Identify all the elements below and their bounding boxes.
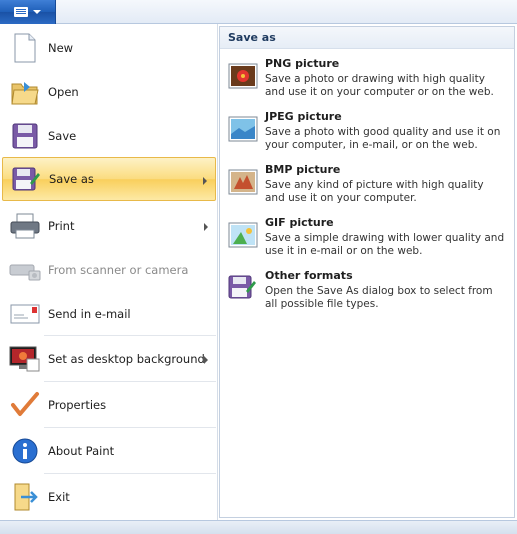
submenu-arrow-icon <box>204 356 208 364</box>
paint-menu-icon <box>14 7 28 17</box>
new-document-icon <box>8 31 42 65</box>
save-as-jpeg[interactable]: JPEG picture Save a photo with good qual… <box>226 110 510 160</box>
jpeg-picture-icon <box>228 114 258 144</box>
menu-item-send-in-email[interactable]: Send in e-mail <box>2 292 216 336</box>
format-title: JPEG picture <box>265 110 342 123</box>
submenu-arrow-icon <box>204 223 208 231</box>
other-formats-icon <box>228 273 258 303</box>
email-icon <box>8 297 42 331</box>
menu-item-label: Properties <box>48 398 107 412</box>
format-description: Save any kind of picture with high quali… <box>265 179 484 204</box>
exit-icon <box>8 480 42 514</box>
menu-item-properties[interactable]: Properties <box>2 383 216 427</box>
menu-item-open[interactable]: Open <box>2 70 216 114</box>
menu-item-label: Save as <box>49 172 94 186</box>
menu-separator <box>44 473 216 474</box>
menu-item-label: About Paint <box>48 444 115 458</box>
menu-item-new[interactable]: New <box>2 26 216 70</box>
menu-item-about-paint[interactable]: About Paint <box>2 429 216 473</box>
format-description: Save a photo with good quality and use i… <box>265 126 501 151</box>
paint-menu-button[interactable] <box>0 0 56 24</box>
bottom-strip <box>0 520 517 534</box>
gif-picture-icon <box>228 220 258 250</box>
menu-item-label: Save <box>48 129 77 143</box>
ribbon-top-strip <box>0 0 517 24</box>
menu-item-label: Exit <box>48 490 70 504</box>
save-as-submenu: Save as PNG picture Save a photo or draw… <box>219 26 515 518</box>
open-folder-icon <box>8 75 42 109</box>
menu-item-print[interactable]: Print <box>2 204 216 248</box>
menu-item-label: Open <box>48 85 79 99</box>
menu-item-save[interactable]: Save <box>2 114 216 158</box>
menu-item-set-as-desktop-background[interactable]: Set as desktop background <box>2 337 216 381</box>
format-title: GIF picture <box>265 216 334 229</box>
application-menu: New Open Save Save as Print From scanner… <box>0 24 517 520</box>
chevron-down-icon <box>33 10 41 14</box>
save-as-png[interactable]: PNG picture Save a photo or drawing with… <box>226 57 510 107</box>
menu-item-label: Print <box>48 219 75 233</box>
bmp-picture-icon <box>228 167 258 197</box>
format-description: Save a simple drawing with lower quality… <box>265 232 505 257</box>
submenu-title: Save as <box>220 27 514 49</box>
menu-item-label: New <box>48 41 74 55</box>
png-picture-icon <box>228 61 258 91</box>
submenu-arrow-icon <box>203 177 207 185</box>
menu-item-from-scanner-or-camera: From scanner or camera <box>2 248 216 292</box>
save-as-gif[interactable]: GIF picture Save a simple drawing with l… <box>226 216 510 266</box>
menu-separator <box>44 335 216 336</box>
format-description: Save a photo or drawing with high qualit… <box>265 73 494 98</box>
menu-item-exit[interactable]: Exit <box>2 475 216 519</box>
menu-separator <box>44 381 216 382</box>
desktop-background-icon <box>8 342 42 376</box>
format-description: Open the Save As dialog box to select fr… <box>265 285 493 310</box>
menu-separator <box>44 427 216 428</box>
info-icon <box>8 434 42 468</box>
menu-item-label: Send in e-mail <box>48 307 131 321</box>
save-as-other-formats[interactable]: Other formats Open the Save As dialog bo… <box>226 269 510 319</box>
scanner-camera-icon <box>8 253 42 287</box>
save-floppy-icon <box>8 119 42 153</box>
printer-icon <box>8 209 42 243</box>
menu-commands: New Open Save Save as Print From scanner… <box>0 24 218 520</box>
format-title: BMP picture <box>265 163 341 176</box>
menu-item-save-as[interactable]: Save as <box>2 157 216 201</box>
menu-item-label: Set as desktop background <box>48 352 205 366</box>
format-title: Other formats <box>265 269 353 282</box>
properties-checkmark-icon <box>8 388 42 422</box>
save-as-icon <box>9 162 43 196</box>
menu-item-label: From scanner or camera <box>48 263 189 277</box>
format-title: PNG picture <box>265 57 340 70</box>
save-as-bmp[interactable]: BMP picture Save any kind of picture wit… <box>226 163 510 213</box>
